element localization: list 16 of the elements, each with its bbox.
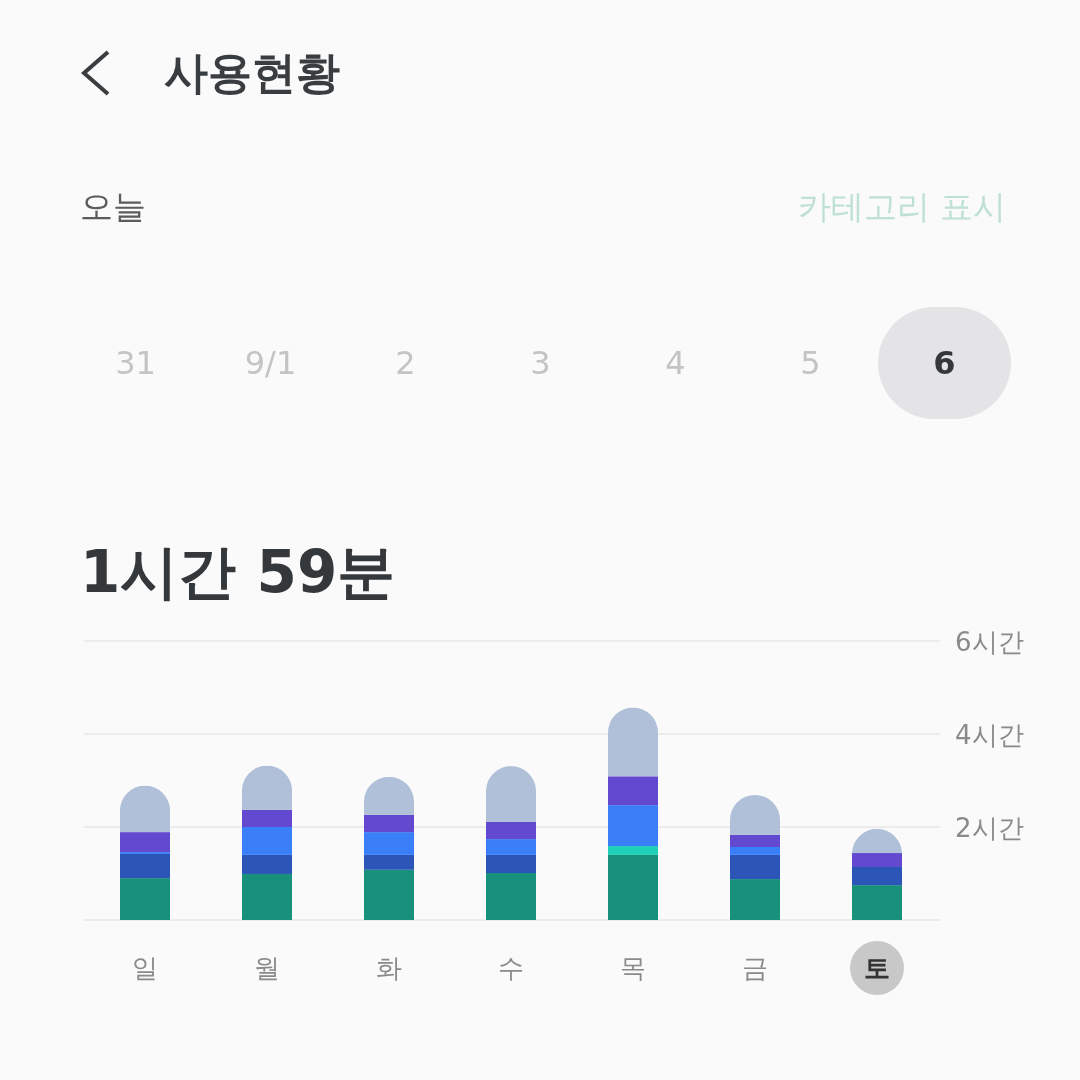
- back-icon[interactable]: [80, 50, 112, 96]
- axis-label: 2시간: [955, 813, 1024, 843]
- axis-label: 6시간: [955, 627, 1024, 657]
- day-label[interactable]: 화: [362, 941, 416, 995]
- day-label[interactable]: 목: [606, 941, 660, 995]
- day-label[interactable]: 일: [118, 941, 172, 995]
- page-title: 사용현황: [164, 45, 340, 100]
- day-label[interactable]: 토: [850, 941, 904, 995]
- day-label[interactable]: 금: [728, 941, 782, 995]
- day-label[interactable]: 월: [240, 941, 294, 995]
- bar-segment: [486, 839, 536, 855]
- day-label[interactable]: 수: [484, 941, 538, 995]
- date-tab[interactable]: 6: [878, 307, 1011, 419]
- axis-label: 4시간: [955, 720, 1024, 750]
- period-label: 오늘: [80, 185, 146, 228]
- total-usage: 1시간 59분: [79, 537, 397, 607]
